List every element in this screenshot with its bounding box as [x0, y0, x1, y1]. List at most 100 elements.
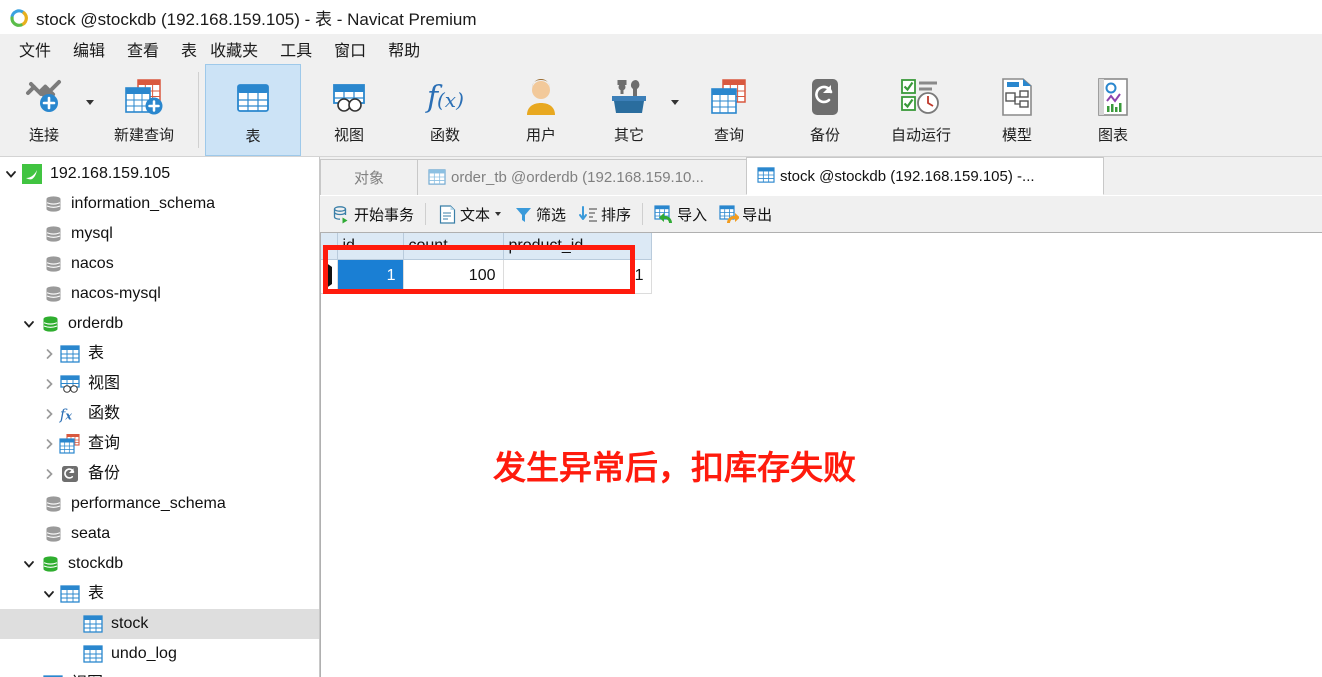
- toolbar-label-automation: 自动运行: [890, 127, 951, 144]
- chevron-down-icon[interactable]: [22, 317, 36, 331]
- tree-item-orderdb-functions[interactable]: fx 函数: [0, 399, 319, 429]
- import-label: 导入: [677, 206, 708, 224]
- toolbar-label-query: 查询: [713, 127, 744, 144]
- tree-item-performance-schema[interactable]: performance_schema: [0, 489, 319, 519]
- tree-item-stockdb-tables[interactable]: 表: [0, 579, 319, 609]
- tab-strip-filler: [1103, 159, 1322, 195]
- chevron-right-icon[interactable]: [42, 347, 56, 361]
- chevron-down-icon[interactable]: [22, 557, 36, 571]
- tree-item-undo-log-table[interactable]: undo_log: [0, 639, 319, 669]
- toolbar-label-function: 函数: [429, 127, 460, 144]
- export-label: 导出: [742, 206, 773, 224]
- tree-label-stockdb-tables: 表: [88, 585, 105, 602]
- tree-item-stock-table[interactable]: stock: [0, 609, 319, 639]
- object-tree-sidebar[interactable]: 192.168.159.105 information_schema mysql…: [0, 157, 320, 677]
- tree-item-orderdb-queries[interactable]: 查询: [0, 429, 319, 459]
- tab-stock[interactable]: stock @stockdb (192.168.159.105) -...: [746, 157, 1104, 195]
- filter-button[interactable]: 筛选: [507, 199, 572, 229]
- toolbar-button-other[interactable]: 其它: [589, 64, 669, 156]
- cell-count[interactable]: 100: [403, 259, 504, 294]
- other-dropdown-caret[interactable]: [669, 64, 681, 156]
- toolbar-button-automation[interactable]: 自动运行: [873, 64, 969, 156]
- database-grey-icon: [42, 194, 64, 214]
- backup-icon: [59, 464, 81, 484]
- menu-edit[interactable]: 编辑: [62, 35, 116, 63]
- tree-item-server[interactable]: 192.168.159.105: [0, 159, 319, 189]
- new-query-icon: [118, 74, 170, 120]
- tree-label-nacos-mysql: nacos-mysql: [71, 285, 161, 302]
- tree-item-information-schema[interactable]: information_schema: [0, 189, 319, 219]
- tree-item-nacos[interactable]: nacos: [0, 249, 319, 279]
- menu-window[interactable]: 窗口: [323, 35, 377, 63]
- toolbar-button-model[interactable]: 模型: [969, 64, 1065, 156]
- export-button[interactable]: 导出: [713, 199, 778, 229]
- tree-item-seata[interactable]: seata: [0, 519, 319, 549]
- begin-transaction-button[interactable]: 开始事务: [325, 199, 420, 229]
- toolbar-button-table[interactable]: 表: [205, 64, 301, 156]
- table-row[interactable]: 1 100 1: [321, 259, 652, 294]
- toolbar-label-new-query: 新建查询: [113, 127, 174, 144]
- tree-label-server: 192.168.159.105: [50, 165, 171, 182]
- menu-help[interactable]: 帮助: [377, 35, 431, 63]
- tree-item-orderdb-backups[interactable]: 备份: [0, 459, 319, 489]
- import-icon: [654, 204, 674, 224]
- toolbar-button-function[interactable]: f (x) 函数: [397, 64, 493, 156]
- function-icon: f (x): [419, 74, 471, 120]
- view-icon: [323, 74, 375, 120]
- tree-item-mysql[interactable]: mysql: [0, 219, 319, 249]
- toolbar-button-query[interactable]: 查询: [681, 64, 777, 156]
- database-green-icon: [39, 554, 61, 574]
- connection-dropdown-caret[interactable]: [84, 64, 96, 156]
- menu-view[interactable]: 查看: [116, 35, 170, 63]
- import-button[interactable]: 导入: [648, 199, 713, 229]
- cell-product-id[interactable]: 1: [503, 259, 652, 294]
- column-header-count[interactable]: count: [403, 233, 504, 260]
- text-dropdown-caret[interactable]: [495, 212, 502, 216]
- menu-tools[interactable]: 工具: [269, 35, 323, 63]
- toolbar-label-backup: 备份: [809, 127, 840, 144]
- table-icon: [428, 168, 446, 187]
- chevron-right-icon[interactable]: [42, 407, 56, 421]
- user-icon: [515, 74, 567, 120]
- model-icon: [991, 74, 1043, 120]
- text-button[interactable]: 文本: [431, 199, 507, 229]
- toolbar-button-new-query[interactable]: 新建查询: [96, 64, 192, 156]
- tree-item-orderdb-tables[interactable]: 表: [0, 339, 319, 369]
- tab-objects[interactable]: 对象: [320, 159, 418, 195]
- tree-item-orderdb[interactable]: orderdb: [0, 309, 319, 339]
- annotation-text: 发生异常后，扣库存失败: [493, 448, 856, 487]
- menu-favorites[interactable]: 收藏夹: [208, 35, 269, 63]
- sort-button[interactable]: 排序: [572, 199, 637, 229]
- column-header-id[interactable]: id: [337, 233, 404, 260]
- cell-id[interactable]: 1: [337, 259, 404, 294]
- toolbar-label-table: 表: [245, 128, 261, 145]
- chevron-right-icon[interactable]: [42, 377, 56, 391]
- chevron-right-icon[interactable]: [42, 467, 56, 481]
- menu-file[interactable]: 文件: [8, 35, 62, 63]
- column-header-product-id[interactable]: product_id: [503, 233, 652, 260]
- toolbar-button-chart[interactable]: 图表: [1065, 64, 1161, 156]
- data-grid[interactable]: id count product_id 1 100 1: [321, 233, 652, 294]
- backup-icon: [799, 74, 851, 120]
- filter-icon: [513, 204, 533, 224]
- tab-order-tb[interactable]: order_tb @orderdb (192.168.159.10...: [417, 159, 747, 195]
- toolbar-button-view[interactable]: 视图: [301, 64, 397, 156]
- chevron-right-icon[interactable]: [42, 437, 56, 451]
- sort-icon: [578, 204, 598, 224]
- toolbar-button-backup[interactable]: 备份: [777, 64, 873, 156]
- toolbar-divider-1: [198, 72, 199, 148]
- data-grid-area[interactable]: id count product_id 1 100 1 发生异常后，扣库存失败: [320, 232, 1322, 677]
- tree-item-stockdb-views[interactable]: 视图: [0, 669, 319, 677]
- table-icon: [227, 75, 279, 121]
- mysql-server-icon: [21, 164, 43, 184]
- tree-item-orderdb-views[interactable]: 视图: [0, 369, 319, 399]
- database-grey-icon: [42, 524, 64, 544]
- tree-item-nacos-mysql[interactable]: nacos-mysql: [0, 279, 319, 309]
- chevron-down-icon[interactable]: [42, 587, 56, 601]
- toolbar-button-user[interactable]: 用户: [493, 64, 589, 156]
- toolbar-button-connection[interactable]: 连接: [4, 64, 84, 156]
- tree-item-stockdb[interactable]: stockdb: [0, 549, 319, 579]
- row-indicator[interactable]: [321, 259, 338, 294]
- menu-table[interactable]: 表: [170, 35, 208, 63]
- chevron-down-icon[interactable]: [4, 167, 18, 181]
